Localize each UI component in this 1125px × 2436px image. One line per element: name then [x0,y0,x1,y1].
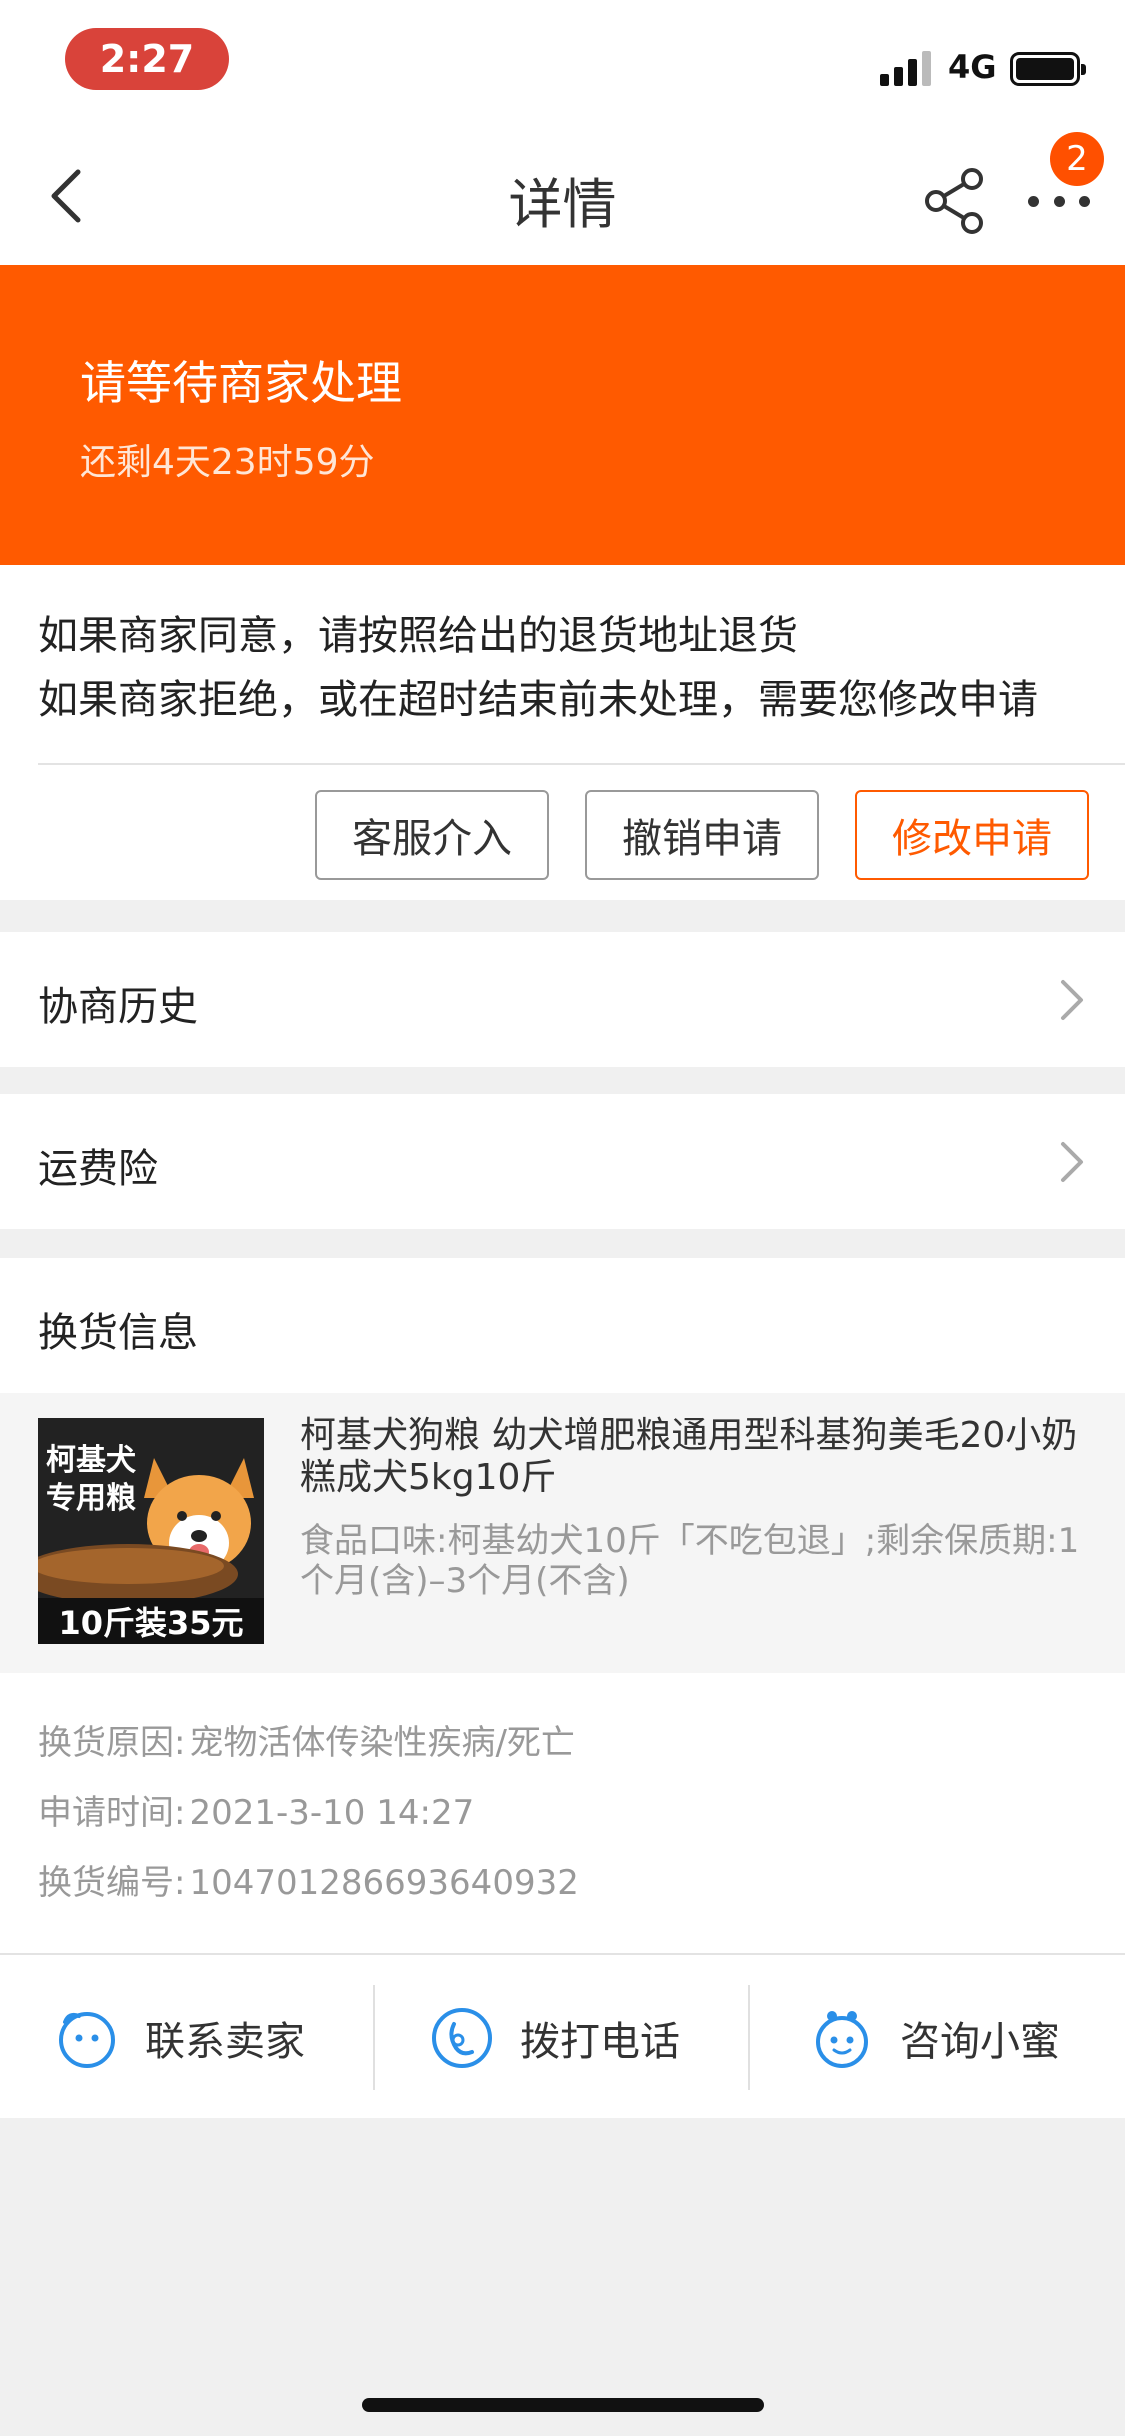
notice-line-1: 如果商家同意，请按照给出的退货地址退货 [38,613,798,659]
home-indicator[interactable] [362,2398,764,2412]
kibble-image [38,1544,238,1604]
share-icon[interactable] [920,165,992,237]
exchange-number: 换货编号: 104701286693640932 [38,1863,579,1903]
exchange-info-header: 换货信息 [0,1258,1125,1393]
product-price-tag: 10斤装35元 [38,1598,264,1644]
network-type: 4G [948,48,997,86]
assistant-icon [816,2010,868,2068]
product-tag: 柯基犬 专用粮 [46,1443,136,1516]
product-title: 柯基犬狗粮 幼犬增肥粮通用型科基狗美毛20小奶糕成犬5kg10斤 [300,1415,1078,1498]
notice-card: 如果商家同意，请按照给出的退货地址退货 如果商家拒绝，或在超时结束前未处理，需要… [0,565,1125,900]
nav-bar: 详情 2 [0,130,1125,265]
request-time: 申请时间: 2021-3-10 14:27 [38,1793,475,1833]
section-title: 换货信息 [38,1310,198,1356]
phone-icon [432,2007,492,2068]
countdown-text: 还剩4天23时59分 [80,442,375,483]
status-time: 2:27 [65,28,229,90]
notice-line-2: 如果商家拒绝，或在超时结束前未处理，需要您修改申请 [38,677,1038,723]
contact-seller-button[interactable]: 联系卖家 [55,1955,305,2120]
customer-service-button[interactable]: 客服介入 [315,790,549,880]
battery-icon [1010,52,1086,86]
product-image: 柯基犬 专用粮 10斤装35元 [38,1418,264,1644]
seller-chat-icon [59,2011,115,2068]
chevron-right-icon [1061,980,1083,1020]
divider [373,1985,375,2090]
product-spec: 食品口味:柯基幼犬10斤「不吃包退」;剩余保质期:1个月(含)–3个月(不含) [300,1521,1080,1601]
row-label: 协商历史 [38,984,198,1030]
row-label: 运费险 [38,1146,158,1192]
chevron-right-icon [1061,1142,1083,1182]
product-item[interactable]: 柯基犬 专用粮 10斤装35元 柯基犬狗粮 幼犬增肥粮通用型科基狗美毛20小奶糕… [0,1393,1125,1673]
bottom-action-bar: 联系卖家 拨打电话 咨询小蜜 [0,1953,1125,2118]
notification-badge: 2 [1050,132,1104,186]
freight-insurance-row[interactable]: 运费险 [0,1094,1125,1229]
divider [38,763,1125,765]
signal-icon [880,51,931,86]
exchange-meta: 换货原因: 宠物活体传染性疾病/死亡 申请时间: 2021-3-10 14:27 换… [0,1673,1125,1953]
consult-assistant-button[interactable]: 咨询小蜜 [810,1955,1060,2120]
modify-request-button[interactable]: 修改申请 [855,790,1089,880]
call-phone-button[interactable]: 拨打电话 [430,1955,680,2120]
divider [748,1985,750,2090]
negotiation-history-row[interactable]: 协商历史 [0,932,1125,1067]
banner-title: 请等待商家处理 [80,356,402,410]
status-banner: 请等待商家处理 还剩4天23时59分 [0,265,1125,565]
exchange-reason: 换货原因: 宠物活体传染性疾病/死亡 [38,1723,575,1763]
status-bar: 2:27 4G [0,0,1125,130]
cancel-request-button[interactable]: 撤销申请 [585,790,819,880]
